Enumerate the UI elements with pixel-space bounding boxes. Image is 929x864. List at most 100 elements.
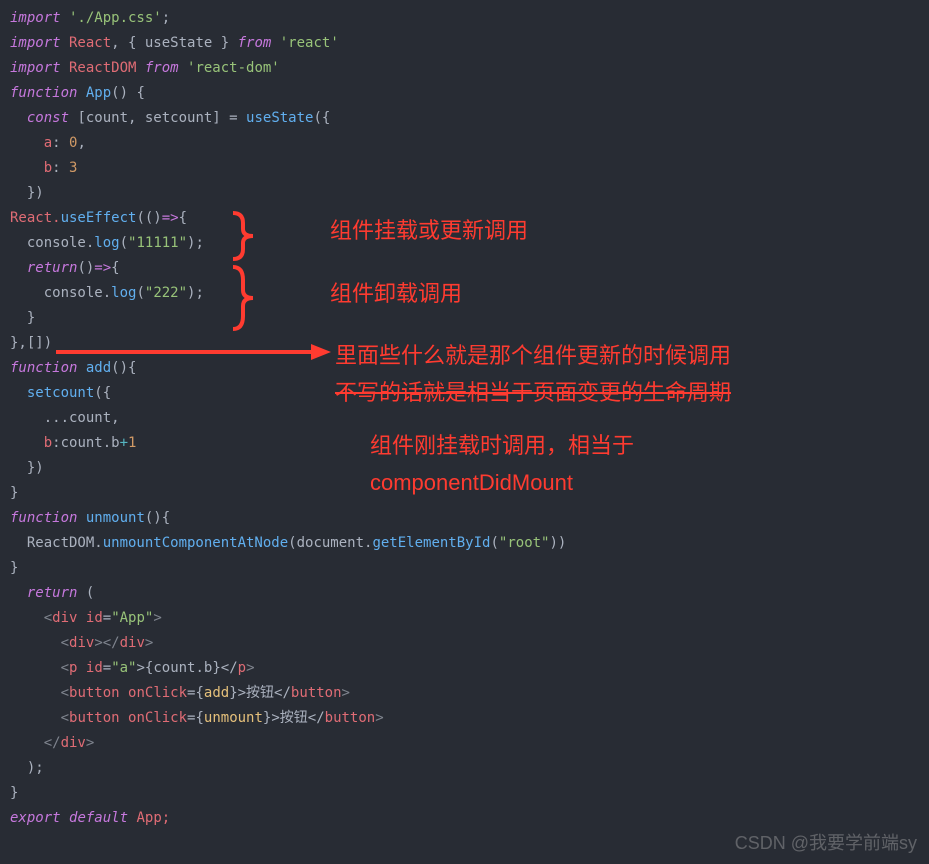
kw: const (27, 110, 69, 126)
kw: function (10, 85, 77, 101)
fn: log (94, 235, 119, 251)
ident: React. (10, 210, 61, 226)
fn: getElementById (372, 535, 490, 551)
str: "222" (145, 285, 187, 301)
eq: ={ (187, 685, 204, 701)
tag: div (120, 635, 145, 651)
indent (10, 585, 27, 601)
punc: (){ (111, 360, 136, 376)
annotation-didmount-line1: 组件刚挂载时调用，相当于 (370, 430, 634, 462)
indent (10, 135, 44, 151)
ident: console. (10, 235, 94, 251)
punc: ({ (313, 110, 330, 126)
fn: add (204, 685, 229, 701)
br: < (10, 635, 69, 651)
punc: ( (120, 235, 128, 251)
num: 1 (128, 435, 136, 451)
ident: ReactDOM. (10, 535, 103, 551)
txt: [count, setcount] = (69, 110, 246, 126)
indent (10, 110, 27, 126)
br: > (153, 610, 161, 626)
kw: return (27, 260, 78, 276)
eq: = (103, 660, 111, 676)
punc: ; (162, 10, 170, 26)
punc: } (10, 560, 18, 576)
kw: import (10, 35, 61, 51)
tag: button (69, 710, 120, 726)
prop: a (44, 135, 52, 151)
arrow-icon (56, 342, 331, 362)
fn: useState (246, 110, 313, 126)
eq: ={ (187, 710, 204, 726)
kw: return (27, 585, 78, 601)
punc: () { (111, 85, 145, 101)
br: </ (10, 735, 61, 751)
punc: ); (10, 760, 44, 776)
br: < (10, 660, 69, 676)
fn: log (111, 285, 136, 301)
punc: )) (549, 535, 566, 551)
punc: },[]) (10, 335, 52, 351)
br: > (246, 660, 254, 676)
sp (77, 660, 85, 676)
fn: unmountComponentAtNode (103, 535, 288, 551)
annotation-deps-line2: 不写的话就是相当于页面变更的生命周期 (335, 377, 731, 409)
watermark: CSDN @我要学前端sy (735, 831, 917, 856)
punc: ); (187, 285, 204, 301)
br: > (342, 685, 350, 701)
txt: :count.b (52, 435, 119, 451)
br: < (10, 610, 52, 626)
br: > (86, 735, 94, 751)
punc: ( (136, 285, 144, 301)
punc: }) (10, 460, 44, 476)
punc: ({ (94, 385, 111, 401)
arrow: => (94, 260, 111, 276)
indent (10, 435, 44, 451)
str: "11111" (128, 235, 187, 251)
fn: useEffect (61, 210, 137, 226)
kw: function (10, 510, 77, 526)
tag: div (52, 610, 77, 626)
str: "App" (111, 610, 153, 626)
punc: (){ (145, 510, 170, 526)
sp (120, 685, 128, 701)
br: < (10, 710, 69, 726)
punc: { (111, 260, 119, 276)
attr: id (86, 610, 103, 626)
num: 3 (69, 160, 77, 176)
fn: unmount (204, 710, 263, 726)
punc: }) (10, 185, 44, 201)
sp (120, 710, 128, 726)
indent (10, 160, 44, 176)
br: > (145, 635, 153, 651)
annotation-didmount-line2: componentDidMount (370, 467, 573, 499)
attr: id (86, 660, 103, 676)
kw: import (10, 10, 61, 26)
brace-icon (228, 211, 258, 261)
txt: (document. (288, 535, 372, 551)
kw: function (10, 360, 77, 376)
op: + (120, 435, 128, 451)
txt: >{count.b}</ (136, 660, 237, 676)
txt: ...count, (10, 410, 120, 426)
indent (10, 260, 27, 276)
annotation-unmount: 组件卸载调用 (330, 278, 462, 310)
tag: button (325, 710, 376, 726)
tag: p (238, 660, 246, 676)
kw: from (145, 60, 179, 76)
kw: import (10, 60, 61, 76)
annotation-deps-line1: 里面些什么就是那个组件更新的时候调用 (335, 340, 731, 372)
punc: , (77, 135, 85, 151)
indent (10, 385, 27, 401)
tag: div (69, 635, 94, 651)
fn: unmount (77, 510, 144, 526)
attr: onClick (128, 710, 187, 726)
txt: , { useState } (111, 35, 237, 51)
str: 'react' (271, 35, 338, 51)
punc: () (77, 260, 94, 276)
arrow: => (162, 210, 179, 226)
str: "root" (499, 535, 550, 551)
ident: React (61, 35, 112, 51)
punc: } (10, 310, 35, 326)
brace-icon (228, 265, 258, 331)
